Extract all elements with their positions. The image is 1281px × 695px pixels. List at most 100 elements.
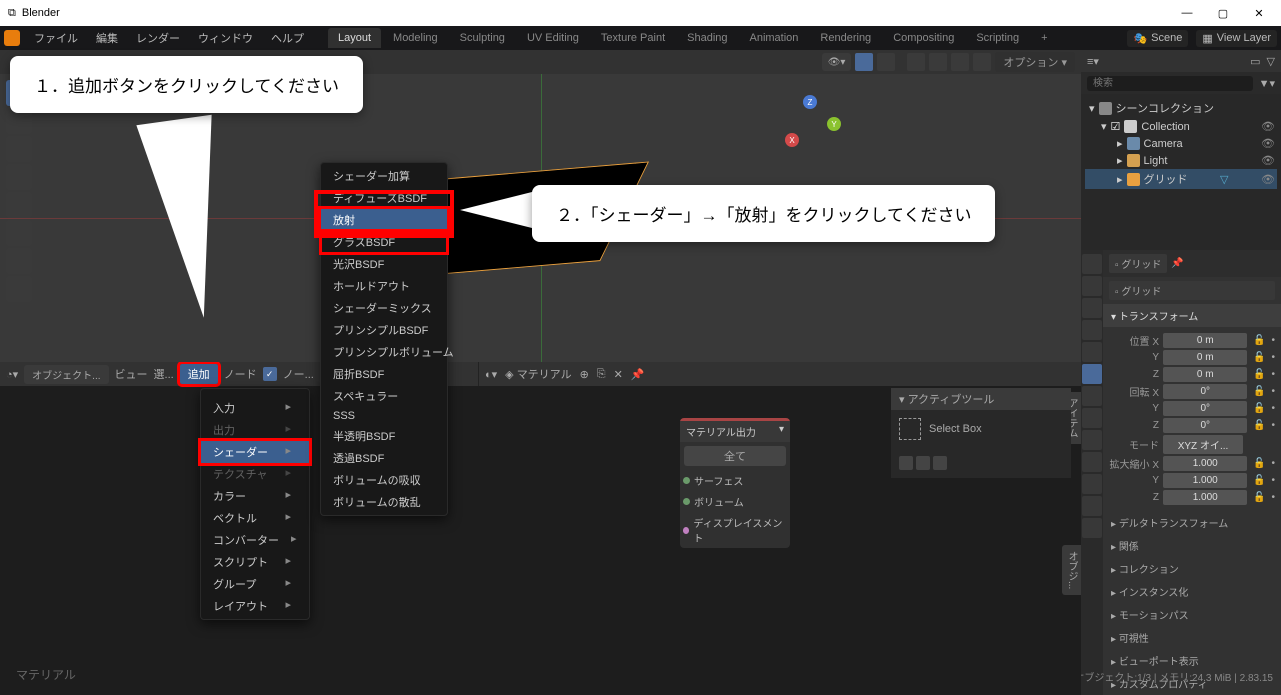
tool-scale[interactable] bbox=[6, 192, 32, 218]
outliner-collection[interactable]: ▾☑Collection👁 bbox=[1085, 118, 1277, 135]
rot-y-field[interactable]: 0° bbox=[1163, 401, 1247, 416]
menu-window[interactable]: ウィンドウ bbox=[190, 27, 261, 49]
select-mode-buttons[interactable] bbox=[899, 456, 947, 470]
tab-modeling[interactable]: Modeling bbox=[383, 28, 448, 48]
ptab-modifiers[interactable] bbox=[1082, 386, 1102, 406]
tab-sculpting[interactable]: Sculpting bbox=[450, 28, 515, 48]
panel-motion-paths[interactable]: ▸ モーションパス bbox=[1103, 603, 1281, 626]
add-menu-shader[interactable]: シェーダー▸ bbox=[201, 441, 309, 463]
tool-move[interactable] bbox=[6, 136, 32, 162]
visibility-eye-icon[interactable]: 👁 bbox=[1261, 120, 1275, 133]
visibility-eye-icon[interactable]: 👁 bbox=[1261, 154, 1275, 167]
tab-add[interactable]: + bbox=[1031, 28, 1057, 48]
unlink-material-icon[interactable]: ✕ bbox=[614, 368, 623, 381]
copy-material-icon[interactable]: ⎘ bbox=[597, 368, 606, 381]
shader-principled-bsdf[interactable]: プリンシプルBSDF bbox=[321, 319, 447, 341]
shader-diffuse-bsdf[interactable]: ディフューズBSDF bbox=[321, 187, 447, 209]
new-material-icon[interactable]: ⊕ bbox=[580, 368, 589, 381]
outliner-item-light[interactable]: ▸Light👁 bbox=[1085, 152, 1277, 169]
visibility-eye-icon[interactable]: 👁 bbox=[1261, 173, 1275, 186]
pin-icon[interactable]: 📌 bbox=[1171, 258, 1183, 269]
window-close-button[interactable]: ✕ bbox=[1245, 3, 1273, 23]
viewport-visibility-button[interactable]: 👁▾ bbox=[822, 53, 852, 71]
rot-z-field[interactable]: 0° bbox=[1163, 418, 1247, 433]
ptab-particles[interactable] bbox=[1082, 408, 1102, 428]
gizmo-toggle-icon[interactable] bbox=[855, 53, 873, 71]
shader-type-icon[interactable]: ◐▾ bbox=[485, 368, 497, 381]
tab-layout[interactable]: Layout bbox=[328, 28, 381, 48]
object-mode-dropdown[interactable]: オブジェクト... bbox=[24, 365, 108, 384]
panel-visibility[interactable]: ▸ 可視性 bbox=[1103, 626, 1281, 649]
tab-texture-paint[interactable]: Texture Paint bbox=[591, 28, 675, 48]
loc-y-field[interactable]: 0 m bbox=[1163, 350, 1247, 365]
npanel-tab-object[interactable]: オブジ... bbox=[1062, 545, 1081, 595]
shader-add-shader[interactable]: シェーダー加算 bbox=[321, 165, 447, 187]
shader-emission[interactable]: 放射 bbox=[321, 209, 447, 231]
add-menu-color[interactable]: カラー▸ bbox=[201, 485, 309, 507]
menu-file[interactable]: ファイル bbox=[26, 27, 86, 49]
ptab-physics[interactable] bbox=[1082, 430, 1102, 450]
outliner-search-input[interactable] bbox=[1087, 76, 1253, 91]
add-menu-output[interactable]: 出力▸ bbox=[201, 419, 309, 441]
add-menu-layout[interactable]: レイアウト▸ bbox=[201, 595, 309, 617]
lock-icon[interactable]: 🔓 bbox=[1251, 458, 1267, 469]
rot-mode-dropdown[interactable]: XYZ オイ... bbox=[1163, 435, 1243, 454]
lock-icon[interactable]: 🔓 bbox=[1251, 335, 1267, 346]
shader-glass-bsdf[interactable]: グラスBSDF bbox=[321, 231, 447, 253]
shader-mix[interactable]: シェーダーミックス bbox=[321, 297, 447, 319]
add-menu-converter[interactable]: コンバーター▸ bbox=[201, 529, 309, 551]
outliner-type-icon[interactable]: ≡▾ bbox=[1087, 55, 1099, 68]
ne-menu-node[interactable]: ノード bbox=[224, 366, 257, 382]
rot-x-field[interactable]: 0° bbox=[1163, 384, 1247, 399]
add-menu-group[interactable]: グループ▸ bbox=[201, 573, 309, 595]
shading-solid-icon[interactable] bbox=[929, 53, 947, 71]
shader-specular[interactable]: スペキュラー bbox=[321, 385, 447, 407]
viewlayer-selector[interactable]: ▦View Layer bbox=[1196, 30, 1277, 47]
window-maximize-button[interactable]: ▢ bbox=[1209, 3, 1237, 23]
ptab-world[interactable] bbox=[1082, 342, 1102, 362]
panel-delta-transform[interactable]: ▸ デルタトランスフォーム bbox=[1103, 511, 1281, 534]
shader-holdout[interactable]: ホールドアウト bbox=[321, 275, 447, 297]
panel-instancing[interactable]: ▸ インスタンス化 bbox=[1103, 580, 1281, 603]
loc-z-field[interactable]: 0 m bbox=[1163, 367, 1247, 382]
tab-rendering[interactable]: Rendering bbox=[810, 28, 881, 48]
outliner-item-camera[interactable]: ▸Camera👁 bbox=[1085, 135, 1277, 152]
use-nodes-checkbox[interactable]: ✓ bbox=[263, 367, 277, 381]
tab-compositing[interactable]: Compositing bbox=[883, 28, 964, 48]
node-material-output[interactable]: マテリアル出力▾ 全て サーフェス ボリューム ディスプレイスメント bbox=[680, 418, 790, 548]
outliner-filter-icon[interactable]: ▽ bbox=[1267, 55, 1275, 68]
ptab-scene[interactable] bbox=[1082, 320, 1102, 340]
ptab-texture[interactable] bbox=[1082, 518, 1102, 538]
add-menu-script[interactable]: スクリプト▸ bbox=[201, 551, 309, 573]
node-editor[interactable]: ◔▾ オブジェクト... ビュー 選... 追加 ノード ✓ ノー... ◐▾ … bbox=[0, 362, 1081, 695]
viewport-options-button[interactable]: オプション ▾ bbox=[995, 52, 1075, 72]
panel-relations[interactable]: ▸ 関係 bbox=[1103, 534, 1281, 557]
pin-icon[interactable]: 📌 bbox=[631, 368, 645, 381]
lock-icon[interactable]: 🔓 bbox=[1251, 352, 1267, 363]
window-minimize-button[interactable]: — bbox=[1173, 3, 1201, 23]
add-menu-input[interactable]: 入力▸ bbox=[201, 397, 309, 419]
shader-volume-scatter[interactable]: ボリュームの散乱 bbox=[321, 491, 447, 513]
lock-icon[interactable]: 🔓 bbox=[1251, 492, 1267, 503]
material-slot-dropdown[interactable]: ◈ マテリアル bbox=[505, 366, 571, 382]
overlay-toggle-icon[interactable] bbox=[877, 53, 895, 71]
shader-volume-absorption[interactable]: ボリュームの吸収 bbox=[321, 469, 447, 491]
active-tool-header[interactable]: ▾ アクティブツール bbox=[891, 388, 1071, 410]
shader-sss[interactable]: SSS bbox=[321, 407, 447, 425]
gizmo-z-axis[interactable]: Z bbox=[803, 95, 817, 109]
tab-uv-editing[interactable]: UV Editing bbox=[517, 28, 589, 48]
ptab-output[interactable] bbox=[1082, 276, 1102, 296]
node-collapse-icon[interactable]: ▾ bbox=[779, 424, 784, 439]
shader-refraction-bsdf[interactable]: 屈折BSDF bbox=[321, 363, 447, 385]
outliner-new-collection-icon[interactable]: ▭ bbox=[1250, 55, 1260, 68]
lock-icon[interactable]: 🔓 bbox=[1251, 420, 1267, 431]
ne-menu-add-button[interactable]: 追加 bbox=[180, 364, 218, 384]
tool-annotate[interactable] bbox=[6, 248, 32, 274]
panel-collections[interactable]: ▸ コレクション bbox=[1103, 557, 1281, 580]
tool-measure[interactable] bbox=[6, 276, 32, 302]
shader-transparent-bsdf[interactable]: 透過BSDF bbox=[321, 447, 447, 469]
lock-icon[interactable]: 🔓 bbox=[1251, 386, 1267, 397]
outliner-scene-collection[interactable]: ▾シーンコレクション bbox=[1085, 98, 1277, 118]
shading-rendered-icon[interactable] bbox=[973, 53, 991, 71]
shader-principled-volume[interactable]: プリンシプルボリューム bbox=[321, 341, 447, 363]
